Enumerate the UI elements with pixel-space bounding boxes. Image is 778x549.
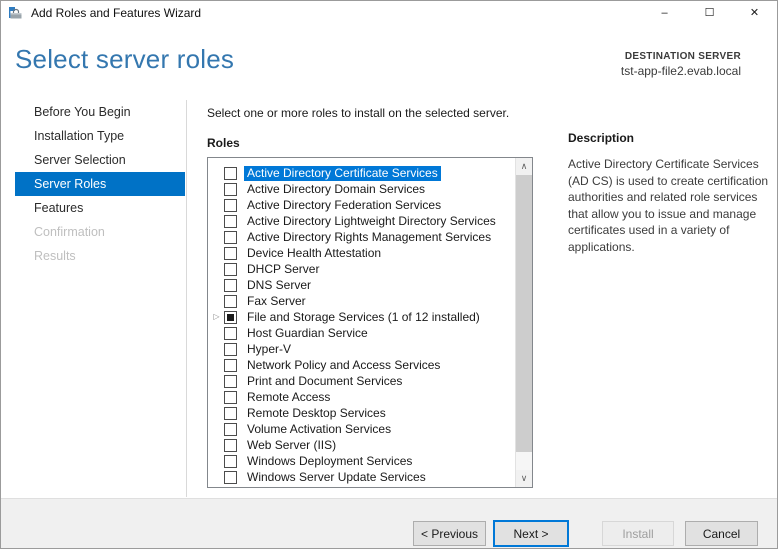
close-button[interactable]: ✕ bbox=[732, 1, 777, 24]
window-controls: – ☐ ✕ bbox=[642, 1, 777, 24]
role-label[interactable]: Remote Desktop Services bbox=[244, 406, 389, 421]
sidebar-item-results: Results bbox=[34, 249, 76, 263]
sidebar-item-server-roles[interactable]: Server Roles bbox=[15, 172, 185, 196]
instruction-text: Select one or more roles to install on t… bbox=[207, 106, 510, 120]
role-label[interactable]: DNS Server bbox=[244, 278, 314, 293]
role-row-volume-activation-services[interactable]: Volume Activation Services bbox=[209, 421, 514, 437]
expand-arrow-icon[interactable]: ▷ bbox=[209, 309, 224, 325]
footer-bar: < Previous Next > Install Cancel bbox=[1, 498, 777, 548]
titlebar: Add Roles and Features Wizard – ☐ ✕ bbox=[1, 1, 777, 24]
role-checkbox[interactable] bbox=[224, 438, 237, 452]
sidebar-item-confirmation: Confirmation bbox=[34, 225, 105, 239]
role-checkbox[interactable] bbox=[224, 246, 237, 260]
role-row-web-server-iis[interactable]: Web Server (IIS) bbox=[209, 437, 514, 453]
description-title: Description bbox=[568, 131, 635, 145]
role-label[interactable]: File and Storage Services (1 of 12 insta… bbox=[244, 310, 483, 325]
role-row-active-directory-certificate-services[interactable]: Active Directory Certificate Services bbox=[209, 165, 514, 181]
role-checkbox[interactable] bbox=[224, 294, 237, 308]
role-label[interactable]: Active Directory Rights Management Servi… bbox=[244, 230, 494, 245]
role-checkbox[interactable] bbox=[224, 406, 237, 420]
role-checkbox[interactable] bbox=[224, 470, 237, 484]
minimize-button[interactable]: – bbox=[642, 1, 687, 24]
roles-listbox: Active Directory Certificate Services Act… bbox=[207, 157, 533, 488]
role-label[interactable]: Network Policy and Access Services bbox=[244, 358, 443, 373]
role-row-dns-server[interactable]: DNS Server bbox=[209, 277, 514, 293]
role-row-print-and-document-services[interactable]: Print and Document Services bbox=[209, 373, 514, 389]
role-row-active-directory-federation-services[interactable]: Active Directory Federation Services bbox=[209, 197, 514, 213]
role-label[interactable]: Fax Server bbox=[244, 294, 309, 309]
role-label[interactable]: Active Directory Certificate Services bbox=[244, 165, 441, 181]
role-label[interactable]: Web Server (IIS) bbox=[244, 438, 339, 453]
role-row-fax-server[interactable]: Fax Server bbox=[209, 293, 514, 309]
add-roles-wizard-window: Add Roles and Features Wizard – ☐ ✕ Sele… bbox=[0, 0, 778, 549]
scroll-up-icon[interactable]: ∧ bbox=[516, 158, 532, 175]
role-label[interactable]: Volume Activation Services bbox=[244, 422, 394, 437]
role-checkbox[interactable] bbox=[224, 214, 237, 228]
maximize-button[interactable]: ☐ bbox=[687, 1, 732, 24]
role-checkbox[interactable] bbox=[224, 422, 237, 436]
role-row-windows-deployment-services[interactable]: Windows Deployment Services bbox=[209, 453, 514, 469]
role-label[interactable]: Host Guardian Service bbox=[244, 326, 371, 341]
role-checkbox[interactable] bbox=[224, 390, 237, 404]
role-checkbox[interactable] bbox=[224, 454, 237, 468]
role-row-active-directory-rights-management-services[interactable]: Active Directory Rights Management Servi… bbox=[209, 229, 514, 245]
destination-server-block: DESTINATION SERVER tst-app-file2.evab.lo… bbox=[621, 51, 741, 78]
role-checkbox[interactable] bbox=[224, 310, 237, 324]
role-row-active-directory-lightweight-directory-services[interactable]: Active Directory Lightweight Directory S… bbox=[209, 213, 514, 229]
page-title: Select server roles bbox=[15, 44, 235, 74]
role-checkbox[interactable] bbox=[224, 198, 237, 212]
role-row-dhcp-server[interactable]: DHCP Server bbox=[209, 261, 514, 277]
roles-list: Active Directory Certificate Services Act… bbox=[209, 165, 514, 485]
wizard-toolbox-icon bbox=[8, 5, 24, 21]
sidebar-item-installation-type[interactable]: Installation Type bbox=[15, 124, 185, 148]
scroll-down-icon[interactable]: ∨ bbox=[516, 470, 532, 487]
role-checkbox[interactable] bbox=[224, 166, 237, 180]
role-label[interactable]: Active Directory Domain Services bbox=[244, 182, 428, 197]
next-button[interactable]: Next > bbox=[494, 521, 568, 546]
cancel-button[interactable]: Cancel bbox=[685, 521, 758, 546]
sidebar-item-before-you-begin[interactable]: Before You Begin bbox=[15, 100, 185, 124]
role-label[interactable]: DHCP Server bbox=[244, 262, 322, 277]
role-checkbox[interactable] bbox=[224, 342, 237, 356]
previous-button[interactable]: < Previous bbox=[413, 521, 486, 546]
role-row-file-and-storage-services-1-of-12-installed[interactable]: ▷ File and Storage Services (1 of 12 inst… bbox=[209, 309, 514, 325]
destination-server-label: DESTINATION SERVER bbox=[624, 51, 741, 62]
role-row-network-policy-and-access-services[interactable]: Network Policy and Access Services bbox=[209, 357, 514, 373]
role-row-remote-access[interactable]: Remote Access bbox=[209, 389, 514, 405]
role-label[interactable]: Active Directory Federation Services bbox=[244, 198, 444, 213]
roles-scrollbar[interactable]: ∧ ∨ bbox=[515, 158, 532, 487]
role-row-host-guardian-service[interactable]: Host Guardian Service bbox=[209, 325, 514, 341]
role-label[interactable]: Remote Access bbox=[244, 390, 333, 405]
install-button: Install bbox=[602, 521, 674, 546]
role-checkbox[interactable] bbox=[224, 262, 237, 276]
sidebar-item-features[interactable]: Features bbox=[15, 196, 185, 220]
role-label[interactable]: Windows Deployment Services bbox=[244, 454, 415, 469]
role-row-active-directory-domain-services[interactable]: Active Directory Domain Services bbox=[209, 181, 514, 197]
role-checkbox[interactable] bbox=[224, 358, 237, 372]
destination-server-value: tst-app-file2.evab.local bbox=[620, 64, 741, 78]
role-label[interactable]: Print and Document Services bbox=[244, 374, 405, 389]
role-checkbox[interactable] bbox=[224, 230, 237, 244]
role-label[interactable]: Device Health Attestation bbox=[244, 246, 384, 261]
description-text: Active Directory Certificate Services (A… bbox=[568, 157, 769, 254]
role-row-device-health-attestation[interactable]: Device Health Attestation bbox=[209, 245, 514, 261]
role-checkbox[interactable] bbox=[224, 326, 237, 340]
role-row-remote-desktop-services[interactable]: Remote Desktop Services bbox=[209, 405, 514, 421]
sidebar-nav: Before You Begin Installation Type Server … bbox=[1, 100, 187, 497]
window-title: Add Roles and Features Wizard bbox=[31, 5, 202, 20]
role-row-windows-server-update-services[interactable]: Windows Server Update Services bbox=[209, 469, 514, 485]
scrollbar-thumb[interactable] bbox=[516, 175, 532, 452]
sidebar-item-server-selection[interactable]: Server Selection bbox=[15, 148, 185, 172]
role-checkbox[interactable] bbox=[224, 374, 237, 388]
role-label[interactable]: Active Directory Lightweight Directory S… bbox=[244, 214, 499, 229]
roles-list-label: Roles bbox=[207, 136, 240, 150]
role-checkbox[interactable] bbox=[224, 182, 237, 196]
role-label[interactable]: Hyper-V bbox=[244, 342, 294, 357]
role-label[interactable]: Windows Server Update Services bbox=[244, 470, 429, 485]
role-checkbox[interactable] bbox=[224, 278, 237, 292]
role-row-hyper-v[interactable]: Hyper-V bbox=[209, 341, 514, 357]
